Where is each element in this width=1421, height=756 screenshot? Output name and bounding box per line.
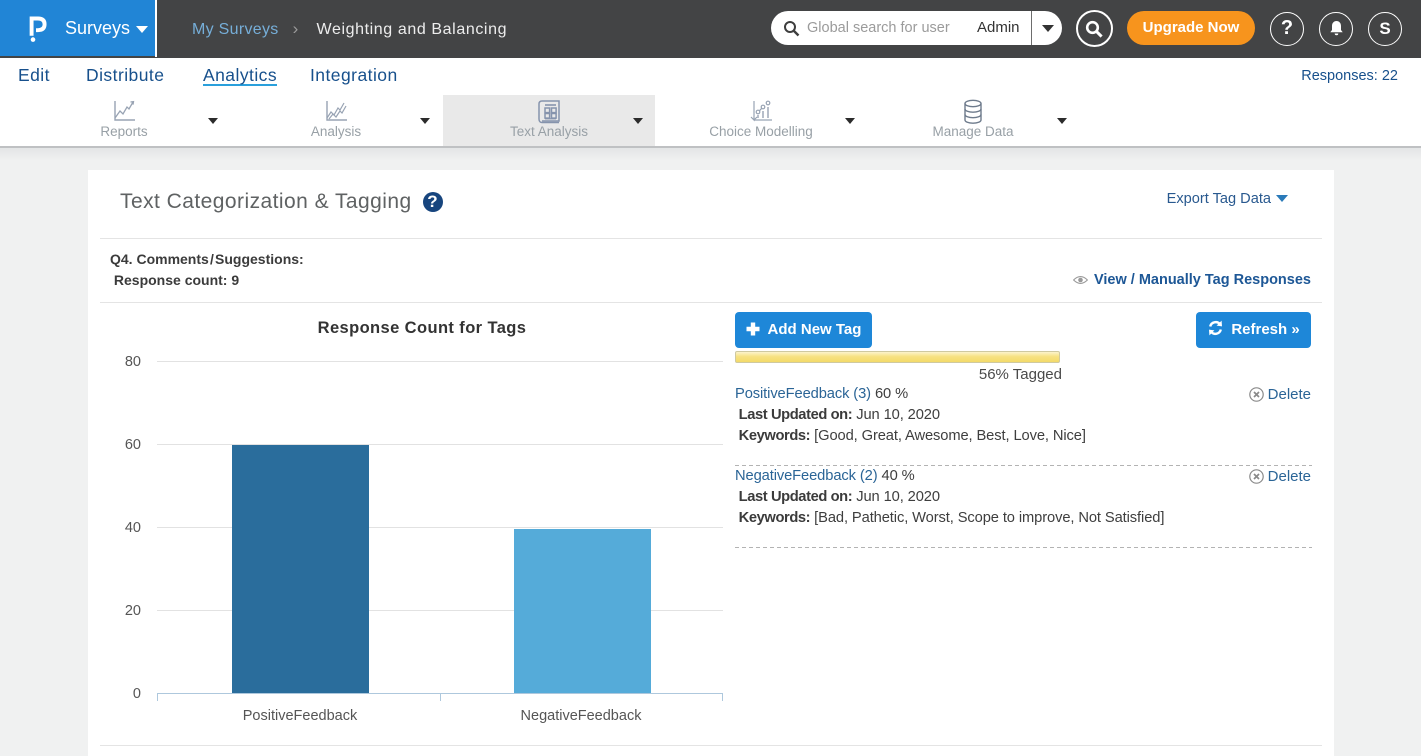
svg-text:40: 40 <box>125 520 141 536</box>
svg-text:20: 20 <box>125 603 141 619</box>
svg-text:NegativeFeedback: NegativeFeedback <box>521 708 643 724</box>
svg-text:Response Count for Tags: Response Count for Tags <box>318 319 527 337</box>
svg-text:PositiveFeedback: PositiveFeedback <box>243 708 358 724</box>
svg-text:0: 0 <box>133 686 141 702</box>
svg-text:60: 60 <box>125 437 141 453</box>
svg-text:80: 80 <box>125 354 141 370</box>
